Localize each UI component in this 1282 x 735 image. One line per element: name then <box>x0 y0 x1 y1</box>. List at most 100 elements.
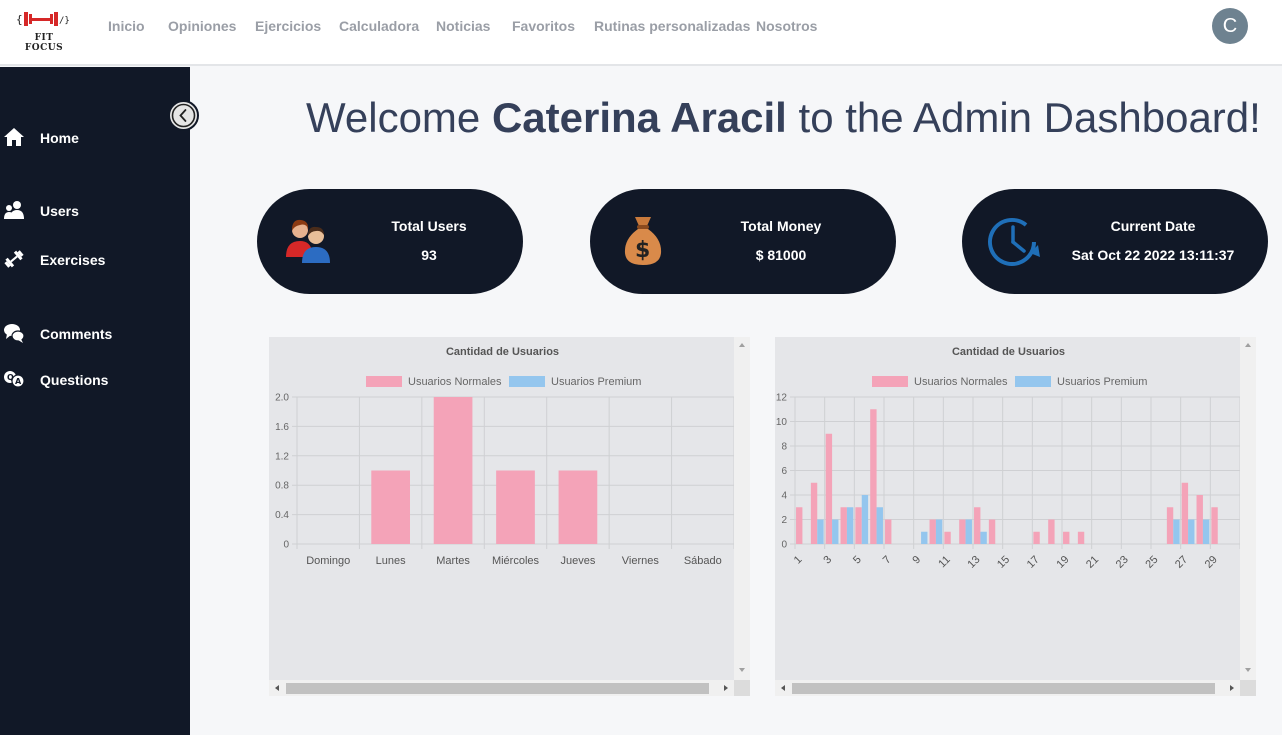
sidebar-item-label: Comments <box>40 326 113 342</box>
svg-text:$: $ <box>635 238 650 263</box>
x-tick-label: Sábado <box>684 555 722 567</box>
bar <box>433 397 473 544</box>
horizontal-scrollbar[interactable] <box>775 680 1240 696</box>
scroll-arrows-icon <box>1245 343 1251 672</box>
bar <box>1063 531 1070 544</box>
nav-opiniones[interactable]: Opiniones <box>168 18 236 34</box>
x-tick-label: 27 <box>1173 554 1190 571</box>
legend-label: Usuarios Normales <box>408 376 502 388</box>
bar <box>921 531 928 544</box>
users-icon <box>4 201 24 219</box>
bar <box>965 519 972 544</box>
y-tick-label: 2.0 <box>275 393 289 404</box>
x-tick-label: Martes <box>436 555 470 567</box>
stat-card-total-users: Total Users 93 <box>257 189 523 294</box>
nav-favoritos[interactable]: Favoritos <box>512 18 575 34</box>
bar <box>1211 507 1218 544</box>
x-tick-label: Jueves <box>560 555 595 567</box>
bar <box>855 507 862 544</box>
nav-calculadora[interactable]: Calculadora <box>339 18 419 34</box>
x-tick-label: 13 <box>965 554 982 571</box>
top-navbar: { /} FIT FOCUS Inicio Opiniones Ejercici… <box>0 0 1282 66</box>
bar <box>1077 531 1085 544</box>
y-tick-label: 0.8 <box>275 481 289 492</box>
y-tick-label: 6 <box>781 466 787 477</box>
scroll-track-icon <box>781 683 1234 694</box>
bar <box>974 507 981 544</box>
bar <box>371 470 410 544</box>
sidebar-collapse-button[interactable] <box>168 100 199 131</box>
brand-logo[interactable]: { /} FIT FOCUS <box>14 8 74 53</box>
bar <box>796 507 803 544</box>
nav-ejercicios[interactable]: Ejercicios <box>255 18 321 34</box>
y-tick-label: 8 <box>781 442 787 453</box>
svg-text:A: A <box>15 377 22 386</box>
bar <box>929 519 936 544</box>
nav-noticias[interactable]: Noticias <box>436 18 490 34</box>
chart-panel-weekly[interactable]: Cantidad de Usuarios Usuarios Normales Usu… <box>269 337 750 696</box>
chart-panel-monthly[interactable]: Cantidad de Usuarios Usuarios Normales Usu… <box>775 337 1256 696</box>
bar <box>1173 519 1180 544</box>
bar <box>1048 519 1055 544</box>
scroll-arrows-icon <box>739 343 745 672</box>
bar <box>1166 507 1174 544</box>
y-tick-label: 0 <box>283 540 289 551</box>
scroll-corner <box>734 680 750 696</box>
nav-nosotros[interactable]: Nosotros <box>756 18 817 34</box>
home-icon <box>4 128 24 146</box>
y-tick-label: 0 <box>781 540 787 551</box>
bar <box>935 519 943 544</box>
chart-title: Cantidad de Usuarios <box>446 346 559 358</box>
stat-card-total-money: $ Total Money $ 81000 <box>590 189 896 294</box>
svg-text:{: { <box>16 13 23 26</box>
bar <box>1196 495 1203 544</box>
bar <box>876 507 883 544</box>
chart-weekly-svg: Cantidad de Usuarios Usuarios Normales Usu… <box>275 346 734 567</box>
bar <box>861 495 869 544</box>
nav-inicio[interactable]: Inicio <box>108 18 145 34</box>
bar <box>846 507 854 544</box>
x-tick-label: 29 <box>1203 554 1220 571</box>
sidebar-item-users[interactable]: Users <box>0 197 190 225</box>
y-tick-label: 0.4 <box>275 510 289 521</box>
sidebar-item-questions[interactable]: Q A Questions <box>0 366 190 394</box>
y-tick-label: 1.6 <box>275 422 289 433</box>
sidebar-item-label: Exercises <box>40 252 106 268</box>
horizontal-scrollbar[interactable] <box>269 680 734 696</box>
questions-icon: Q A <box>4 371 25 388</box>
sidebar-item-exercises[interactable]: Exercises <box>0 246 190 274</box>
legend-swatch <box>872 376 908 387</box>
sidebar-item-label: Questions <box>40 372 109 388</box>
comments-icon <box>4 324 25 343</box>
y-tick-label: 10 <box>776 417 788 428</box>
users-group-icon <box>286 219 330 263</box>
bar <box>959 519 966 544</box>
x-tick-label: Miércoles <box>492 555 540 567</box>
x-tick-label: 21 <box>1084 554 1101 571</box>
scroll-corner <box>1240 680 1256 696</box>
svg-text:/}: /} <box>59 16 70 26</box>
card-value: 93 <box>421 247 437 263</box>
bar <box>840 507 847 544</box>
bar <box>810 482 818 544</box>
x-tick-label: Domingo <box>306 555 350 567</box>
bar <box>1202 519 1210 544</box>
vertical-scrollbar[interactable] <box>734 337 750 680</box>
page-title: Welcome Caterina Aracil to the Admin Das… <box>306 94 1261 142</box>
bar <box>885 519 892 544</box>
y-tick-label: 1.2 <box>275 451 289 462</box>
bar <box>1188 519 1195 544</box>
chart-title: Cantidad de Usuarios <box>952 346 1065 358</box>
vertical-scrollbar[interactable] <box>1240 337 1256 680</box>
sidebar-item-comments[interactable]: Comments <box>0 320 190 348</box>
user-avatar[interactable]: C <box>1212 8 1248 44</box>
x-tick-label: Viernes <box>622 555 660 567</box>
bar <box>817 519 824 544</box>
card-title: Current Date <box>1110 218 1196 234</box>
sidebar-item-label: Home <box>40 130 79 146</box>
sidebar-item-home[interactable]: Home <box>0 124 190 152</box>
nav-rutinas[interactable]: Rutinas personalizadas <box>594 18 750 34</box>
welcome-username: Caterina Aracil <box>491 94 787 141</box>
bar <box>870 409 877 544</box>
bar <box>1033 531 1040 544</box>
